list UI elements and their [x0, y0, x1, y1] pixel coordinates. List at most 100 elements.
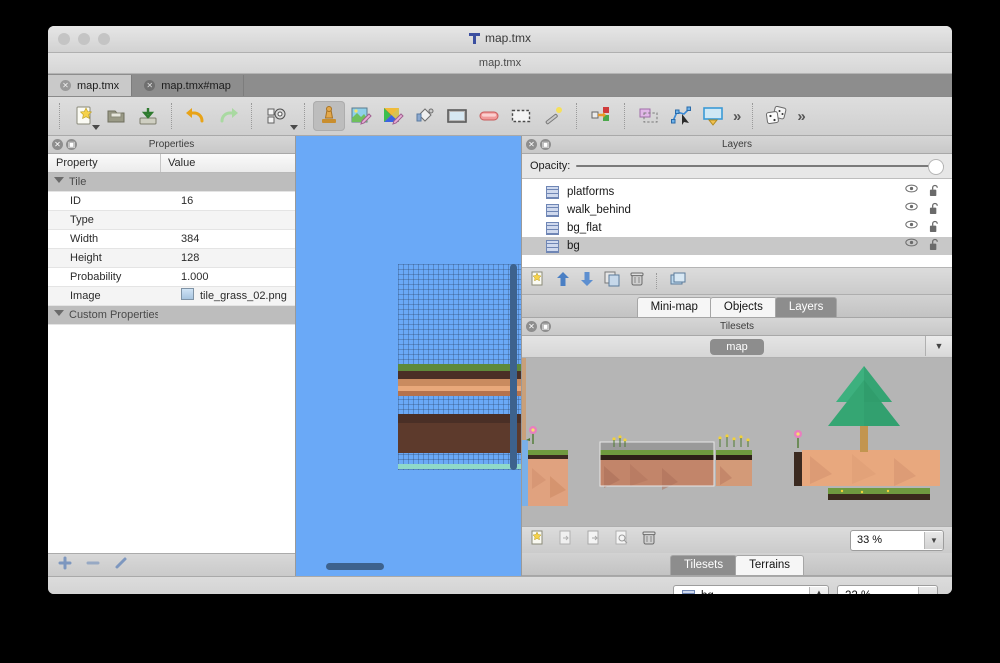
trash-icon[interactable]	[630, 271, 644, 292]
close-icon[interactable]: ✕	[526, 321, 537, 332]
stamp-brush-tool[interactable]	[313, 101, 345, 131]
close-icon[interactable]: ✕	[52, 139, 63, 150]
tileset-tab-map[interactable]: map	[710, 338, 764, 355]
terrain-brush-tool[interactable]	[345, 101, 377, 131]
eye-icon[interactable]	[905, 202, 918, 218]
property-row-width[interactable]: Width 384	[48, 230, 295, 249]
layer-row-bg[interactable]: bg	[522, 237, 952, 255]
document-tab-map-tmx[interactable]: ✕ map.tmx	[48, 75, 133, 96]
chevron-down-icon[interactable]	[54, 177, 64, 183]
property-value[interactable]: 1.000	[174, 268, 295, 286]
property-row-type[interactable]: Type	[48, 211, 295, 230]
map-properties-button[interactable]	[260, 101, 298, 131]
layer-row-walk-behind[interactable]: walk_behind	[522, 201, 952, 219]
eraser-tool[interactable]	[473, 101, 505, 131]
remove-property-button[interactable]	[86, 556, 100, 575]
undock-icon[interactable]: ▣	[540, 321, 551, 332]
property-row-image[interactable]: Image tile_grass_02.png	[48, 287, 295, 306]
select-objects-tool[interactable]	[633, 101, 665, 131]
tab-layers[interactable]: Layers	[774, 297, 838, 317]
undock-icon[interactable]: ▣	[66, 139, 77, 150]
unlock-icon[interactable]	[929, 184, 940, 200]
shape-fill-tool[interactable]	[377, 101, 409, 131]
property-value[interactable]: 384	[174, 230, 295, 248]
tile-swap-button[interactable]	[585, 101, 617, 131]
chevron-down-icon[interactable]: ▼	[924, 531, 943, 549]
duplicate-layer-button[interactable]	[604, 271, 620, 292]
chevron-down-icon[interactable]	[54, 310, 64, 316]
current-layer-combo[interactable]: bg ▲▼	[673, 585, 829, 594]
tab-tilesets[interactable]: Tilesets	[669, 555, 738, 575]
edit-polygons-tool[interactable]	[665, 101, 697, 131]
stepper-icon[interactable]: ▲▼	[809, 587, 828, 594]
undock-icon[interactable]: ▣	[540, 139, 551, 150]
unlock-icon[interactable]	[929, 220, 940, 236]
opacity-slider[interactable]	[576, 159, 944, 175]
rectangular-select-tool[interactable]	[505, 101, 537, 131]
embed-tileset-button[interactable]	[558, 530, 574, 551]
tilesets-dock-buttons[interactable]: ✕ ▣	[526, 321, 551, 332]
chevron-down-icon[interactable]: ▼	[925, 336, 952, 356]
eye-icon[interactable]	[905, 238, 918, 254]
property-value[interactable]	[174, 211, 295, 229]
canvas-horizontal-scrollbar[interactable]	[326, 563, 384, 570]
undo-button[interactable]	[180, 101, 212, 131]
property-row-height[interactable]: Height 128	[48, 249, 295, 268]
toolbar-overflow-button-2[interactable]: »	[793, 108, 809, 125]
slider-knob[interactable]	[928, 159, 944, 175]
close-icon[interactable]: ✕	[144, 80, 156, 91]
random-mode-button[interactable]	[761, 101, 793, 131]
chevron-down-icon[interactable]: ▼	[918, 587, 937, 594]
property-group-custom-properties[interactable]: Custom Properties	[48, 306, 295, 325]
close-icon[interactable]: ✕	[60, 80, 71, 91]
new-map-button[interactable]	[68, 101, 100, 131]
arrow-down-icon[interactable]	[580, 271, 594, 292]
add-property-button[interactable]	[58, 556, 72, 575]
layer-row-bg-flat[interactable]: bg_flat	[522, 219, 952, 237]
map-zoom-combo[interactable]: 22 % ▼	[837, 585, 938, 594]
save-file-button[interactable]	[132, 101, 164, 131]
unlock-icon[interactable]	[929, 238, 940, 254]
layer-row-platforms[interactable]: platforms	[522, 183, 952, 201]
trash-icon[interactable]	[642, 530, 656, 551]
layer-name: walk_behind	[567, 204, 631, 216]
new-tileset-button[interactable]	[530, 530, 546, 551]
chevron-down-icon[interactable]	[290, 125, 298, 130]
document-tab-map-tmx-map[interactable]: ✕ map.tmx#map	[132, 75, 244, 96]
document-tab-bar: ✕ map.tmx ✕ map.tmx#map	[48, 74, 952, 97]
tab-objects[interactable]: Objects	[709, 297, 777, 317]
chevron-down-icon[interactable]	[92, 125, 100, 130]
eye-icon[interactable]	[905, 220, 918, 236]
map-canvas[interactable]	[296, 136, 521, 576]
tileset-view[interactable]	[522, 358, 952, 526]
unlock-icon[interactable]	[929, 202, 940, 218]
property-row-id[interactable]: ID 16	[48, 192, 295, 211]
new-layer-button[interactable]	[530, 271, 546, 292]
property-value[interactable]: 128	[174, 249, 295, 267]
toolbar-overflow-button[interactable]: »	[729, 108, 745, 125]
tileset-zoom-combo[interactable]: 33 % ▼	[850, 529, 944, 551]
rectangle-tool[interactable]	[441, 101, 473, 131]
property-value[interactable]: 16	[174, 192, 295, 210]
map-grid-area[interactable]	[398, 264, 521, 470]
edit-tileset-button[interactable]	[614, 530, 630, 551]
export-tileset-button[interactable]	[586, 530, 602, 551]
redo-button[interactable]	[212, 101, 244, 131]
insert-rectangle-tool[interactable]	[697, 101, 729, 131]
arrow-up-icon[interactable]	[556, 271, 570, 292]
tab-mini-map[interactable]: Mini-map	[636, 297, 712, 317]
layer-properties-button[interactable]	[670, 272, 686, 291]
layer-list[interactable]: platforms walk_behind bg_flat bg	[522, 179, 952, 268]
properties-dock-buttons[interactable]: ✕ ▣	[52, 139, 77, 150]
layers-dock-buttons[interactable]: ✕ ▣	[526, 139, 551, 150]
edit-property-button[interactable]	[114, 556, 128, 575]
close-icon[interactable]: ✕	[526, 139, 537, 150]
eye-icon[interactable]	[905, 184, 918, 200]
property-row-probability[interactable]: Probability 1.000	[48, 268, 295, 287]
property-group-tile[interactable]: Tile	[48, 173, 295, 192]
tab-terrains[interactable]: Terrains	[735, 555, 805, 575]
open-file-button[interactable]	[100, 101, 132, 131]
magic-wand-tool[interactable]	[537, 101, 569, 131]
canvas-vertical-scrollbar[interactable]	[510, 264, 517, 470]
bucket-fill-tool[interactable]	[409, 101, 441, 131]
